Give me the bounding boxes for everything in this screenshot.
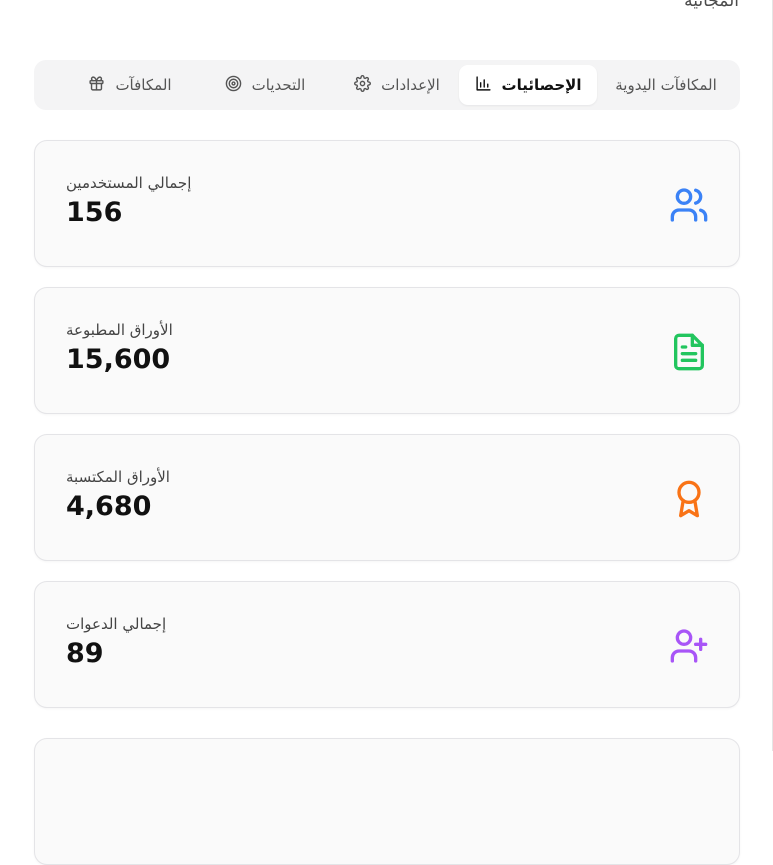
stat-value: 4,680 xyxy=(66,491,152,522)
user-plus-icon xyxy=(669,626,709,666)
stat-label: الأوراق المطبوعة xyxy=(66,321,173,339)
gear-icon xyxy=(354,74,372,96)
users-icon xyxy=(669,185,709,225)
tab-settings[interactable]: الإعدادات xyxy=(335,65,459,105)
bar-chart-icon xyxy=(475,75,492,96)
tab-label: التحديات xyxy=(251,76,306,94)
tab-label: الإحصائيات xyxy=(501,76,582,94)
stat-card-printed-papers: الأوراق المطبوعة 15,600 xyxy=(34,287,740,414)
page-title: المجانية xyxy=(684,0,739,11)
stat-label: إجمالي الدعوات xyxy=(66,615,167,633)
app-frame: المجانية المكافآت اليدوية الإحصائيات الإ… xyxy=(0,0,773,865)
tab-bar: المكافآت اليدوية الإحصائيات الإعدادات ال… xyxy=(34,60,740,110)
stat-label: إجمالي المستخدمين xyxy=(66,174,192,192)
tab-manual-rewards[interactable]: المكافآت اليدوية xyxy=(597,65,735,105)
stat-value: 89 xyxy=(66,638,104,669)
award-icon xyxy=(669,479,709,519)
gift-icon xyxy=(88,75,105,96)
stat-card-partial xyxy=(34,738,740,865)
file-text-icon xyxy=(669,332,709,372)
stat-value: 156 xyxy=(66,197,123,228)
tab-label: الإعدادات xyxy=(381,76,440,94)
tab-statistics[interactable]: الإحصائيات xyxy=(459,65,597,105)
stat-card-earned-papers: الأوراق المكتسبة 4,680 xyxy=(34,434,740,561)
stat-card-total-users: إجمالي المستخدمين 156 xyxy=(34,140,740,267)
tab-challenges[interactable]: التحديات xyxy=(195,65,335,105)
tab-rewards[interactable]: المكافآت xyxy=(65,65,195,105)
tab-label: المكافآت اليدوية xyxy=(615,76,717,94)
stat-card-total-invites: إجمالي الدعوات 89 xyxy=(34,581,740,708)
stat-value: 15,600 xyxy=(66,344,171,375)
target-icon xyxy=(225,75,242,96)
tab-label: المكافآت xyxy=(115,76,172,94)
stat-label: الأوراق المكتسبة xyxy=(66,468,170,486)
